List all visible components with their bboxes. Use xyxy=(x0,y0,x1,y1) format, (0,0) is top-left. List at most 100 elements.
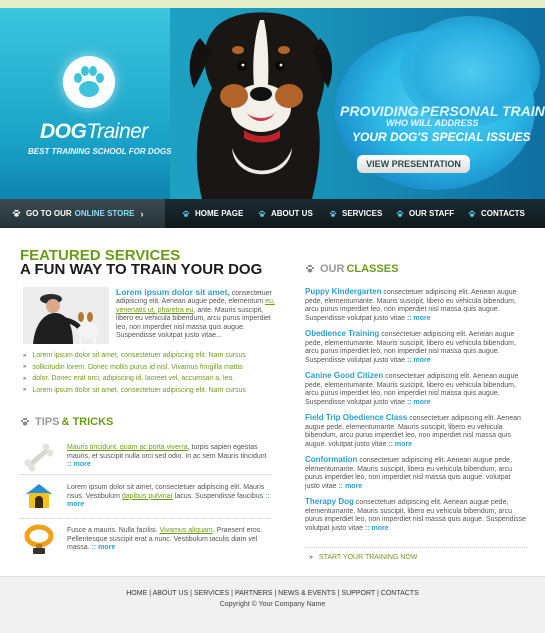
logo-badge[interactable] xyxy=(63,56,115,108)
classes-heading-a: OUR xyxy=(320,263,345,275)
featured-list: » Lorem ipsum dolor sit amet, consectetue… xyxy=(23,350,283,396)
promo-line-3: YOUR DOG'S SPECIAL ISSUES xyxy=(352,130,531,144)
start-training-label: START YOUR TRAINING NOW xyxy=(318,554,418,561)
class-title[interactable]: Puppy Kindergarten xyxy=(305,287,381,296)
nav-label: SERVICES xyxy=(342,209,383,218)
paw-icon xyxy=(182,210,190,217)
tip-link[interactable]: Mauris tincidunt, quam ac porta viverra xyxy=(67,444,188,451)
nav-item-staff[interactable]: OUR STAFF xyxy=(396,199,454,228)
class-title[interactable]: Obedience Training xyxy=(305,329,379,338)
store-prefix: GO TO OUR xyxy=(26,209,72,218)
nav-label: HOME PAGE xyxy=(195,209,244,218)
more-link[interactable]: :: more xyxy=(365,525,389,532)
view-presentation-button[interactable]: VIEW PRESENTATION xyxy=(357,155,470,173)
promo-line-1: PROVIDINGPERSONAL TRAINERS xyxy=(338,103,545,119)
paw-icon xyxy=(329,210,337,217)
nav-item-contacts[interactable]: CONTACTS xyxy=(468,199,525,228)
tips-heading: TIPS & TRICKS xyxy=(20,416,113,428)
dog-house-icon xyxy=(26,484,52,508)
more-link[interactable]: :: more xyxy=(407,357,431,364)
divider xyxy=(20,474,272,475)
hero-banner: DOGTrainer BEST TRAINING SCHOOL FOR DOGS… xyxy=(0,8,545,199)
featured-subheading: A FUN WAY TO TRAIN YOUR DOG xyxy=(20,261,263,278)
class-item: Obedience Training consectetuer adipisci… xyxy=(305,329,527,365)
featured-text: Lorem ipsum dolor sit amet, consectetuer… xyxy=(116,288,276,340)
paw-icon xyxy=(396,210,404,217)
store-highlight: ONLINE STORE xyxy=(74,209,135,218)
class-title[interactable]: Canine Good Citizen xyxy=(305,371,383,380)
footer-link-about[interactable]: ABOUT US xyxy=(153,590,189,597)
tip-item: Lorem ipsum dolor sit amet, consectetuer… xyxy=(67,484,272,510)
copyright: Copyright © Your Company Name xyxy=(219,601,326,608)
tips-heading-a: TIPS xyxy=(35,416,60,428)
paw-icon xyxy=(12,209,21,217)
more-link[interactable]: :: more xyxy=(407,399,431,406)
footer-link-services[interactable]: SERVICES xyxy=(194,590,229,597)
start-training-link[interactable]: » START YOUR TRAINING NOW xyxy=(309,554,417,561)
list-item-text: Lorem ipsum dolor sit amet, consectetuer… xyxy=(32,352,246,360)
dog-collar-icon xyxy=(24,524,54,554)
arrow-right-icon: » xyxy=(23,352,27,359)
trainer-photo xyxy=(23,287,109,344)
divider xyxy=(20,518,272,519)
footer-link-partners[interactable]: PARTNERS xyxy=(235,590,272,597)
list-item[interactable]: » dolor. Donec erat orci, adipiscing id, … xyxy=(23,373,283,385)
nav-label: ABOUT US xyxy=(271,209,313,218)
footer-link-home[interactable]: HOME xyxy=(126,590,147,597)
arrow-right-icon: » xyxy=(23,387,27,394)
nav-label: CONTACTS xyxy=(481,209,525,218)
main-nav: GO TO OUR ONLINE STORE › HOME PAGE ABOUT U… xyxy=(0,199,545,228)
paw-icon xyxy=(258,210,266,217)
more-link[interactable]: :: more xyxy=(338,483,362,490)
classes-heading-b: CLASSES xyxy=(346,263,399,275)
tips-heading-b: & TRICKS xyxy=(61,416,114,428)
paw-icon xyxy=(74,66,104,97)
class-item: Canine Good Citizen consectetuer adipisc… xyxy=(305,371,527,407)
nav-item-about[interactable]: ABOUT US xyxy=(258,199,313,228)
class-item: Puppy Kindergarten consectetuer adipisci… xyxy=(305,287,527,323)
class-title[interactable]: Conformation xyxy=(305,455,357,464)
footer-link-news[interactable]: NEWS & EVENTS xyxy=(278,590,336,597)
featured-lead: Lorem ipsum dolor sit amet, xyxy=(116,287,230,297)
dog-photo xyxy=(189,12,333,199)
promo-prefix: PROVIDING xyxy=(340,103,419,119)
more-link[interactable]: :: more xyxy=(407,315,431,322)
arrow-right-icon: › xyxy=(140,208,144,219)
list-item[interactable]: » Lorem ipsum dolor sit amet, consectetue… xyxy=(23,350,283,362)
footer-links: HOME | ABOUT US | SERVICES | PARTNERS | … xyxy=(0,590,545,597)
promo-highlight: PERSONAL TRAINERS xyxy=(420,103,545,119)
tip-text-after: lacus. Suspendisse faucibus xyxy=(172,492,266,500)
class-title[interactable]: Therapy Dog xyxy=(305,497,354,506)
tip-item: Mauris tincidunt, quam ac porta viverra,… xyxy=(67,444,272,470)
class-item: Field Trip Obedience Class consectetuer … xyxy=(305,413,527,449)
arrow-right-icon: » xyxy=(23,364,27,371)
footer-link-contacts[interactable]: CONTACTS xyxy=(381,590,419,597)
nav-item-services[interactable]: SERVICES xyxy=(329,199,382,228)
nav-label: OUR STAFF xyxy=(409,209,455,218)
page: DOGTrainer BEST TRAINING SCHOOL FOR DOGS… xyxy=(0,0,545,633)
bone-icon xyxy=(24,443,54,472)
paw-icon xyxy=(468,210,476,217)
top-strip xyxy=(0,0,545,8)
tip-link[interactable]: Vivamus aliquam xyxy=(160,527,213,534)
list-item-text: sollicitudin lorem. Donec mollis purus i… xyxy=(32,363,243,371)
list-item[interactable]: » sollicitudin lorem. Donec mollis purus … xyxy=(23,362,283,374)
logo-bold: DOG xyxy=(40,120,87,143)
site-logo[interactable]: DOGTrainer xyxy=(40,120,148,144)
divider xyxy=(305,547,527,548)
footer-link-support[interactable]: SUPPORT xyxy=(341,590,375,597)
online-store-link[interactable]: GO TO OUR ONLINE STORE › xyxy=(0,199,165,228)
logo-tagline: BEST TRAINING SCHOOL FOR DOGS xyxy=(28,147,172,156)
tip-link[interactable]: dapibus pulvinar xyxy=(122,493,173,500)
more-link[interactable]: :: more xyxy=(388,441,412,448)
classes-heading: OUR CLASSES xyxy=(305,263,398,275)
paw-icon xyxy=(20,417,30,426)
list-item[interactable]: » Lorem ipsum dolor sit amet, consectetue… xyxy=(23,385,283,397)
tip-text-before: Fusce a mauris. Nulla facilisi. xyxy=(67,527,160,534)
tip-item: Fusce a mauris. Nulla facilisi. Vivamus … xyxy=(67,527,272,553)
class-title[interactable]: Field Trip Obedience Class xyxy=(305,413,407,422)
more-link[interactable]: :: more xyxy=(92,544,116,551)
more-link[interactable]: :: more xyxy=(67,461,91,468)
nav-item-home[interactable]: HOME PAGE xyxy=(182,199,243,228)
arrow-right-icon: » xyxy=(23,375,27,382)
